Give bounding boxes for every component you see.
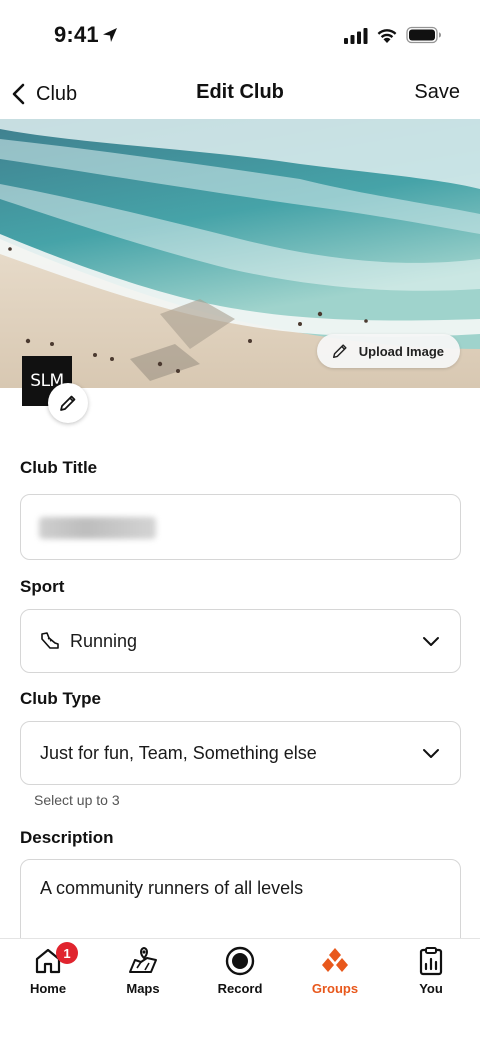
upload-image-label: Upload Image xyxy=(358,343,444,359)
groups-icon xyxy=(322,948,348,972)
cover-image: Upload Image xyxy=(0,119,480,388)
wifi-icon xyxy=(377,29,397,43)
tab-bar: 1 Home Maps Record Groups You xyxy=(0,938,480,1040)
tab-record-label: Record xyxy=(217,981,263,996)
club-title-input[interactable] xyxy=(20,494,461,560)
club-type-helper: Select up to 3 xyxy=(34,792,120,808)
club-type-value: Just for fun, Team, Something else xyxy=(40,743,317,763)
pencil-icon xyxy=(60,395,76,411)
description-label: Description xyxy=(20,828,114,847)
save-button[interactable]: Save xyxy=(414,81,460,104)
tab-maps-label: Maps xyxy=(126,981,160,996)
tab-record[interactable]: Record xyxy=(192,945,288,1005)
record-icon xyxy=(225,946,255,976)
cellular-signal-icon xyxy=(344,28,368,44)
page-title: Edit Club xyxy=(196,81,284,103)
upload-image-button[interactable]: Upload Image xyxy=(316,334,460,368)
status-bar: 9:41 xyxy=(0,0,480,70)
you-icon xyxy=(419,947,443,976)
running-shoe-icon xyxy=(41,632,59,649)
notification-badge: 1 xyxy=(56,942,78,964)
tab-groups-label: Groups xyxy=(311,981,359,996)
sport-value: Running xyxy=(70,631,138,651)
club-title-label: Club Title xyxy=(20,458,98,477)
status-time: 9:41 xyxy=(54,22,99,47)
description-value: A community runners of all levels xyxy=(40,878,304,898)
tab-you[interactable]: You xyxy=(383,945,479,1005)
tab-home-label: Home xyxy=(29,981,67,996)
maps-icon xyxy=(129,946,157,973)
club-type-label: Club Type xyxy=(20,689,101,708)
battery-icon xyxy=(406,26,441,44)
nav-bar: Club Edit Club Save xyxy=(0,70,480,118)
chevron-down-icon xyxy=(423,749,439,758)
club-title-value-redacted xyxy=(39,517,156,539)
tab-groups[interactable]: Groups xyxy=(287,945,383,1005)
edit-logo-button[interactable] xyxy=(48,383,88,423)
sport-select[interactable]: Running xyxy=(20,609,461,673)
tab-home[interactable]: 1 Home xyxy=(0,942,96,1005)
tab-maps[interactable]: Maps xyxy=(95,945,191,1005)
tab-you-label: You xyxy=(419,981,443,996)
chevron-down-icon xyxy=(423,637,439,646)
location-arrow-icon xyxy=(103,28,117,42)
sport-label: Sport xyxy=(20,577,65,596)
club-type-select[interactable]: Just for fun, Team, Something else xyxy=(20,721,461,785)
pencil-icon xyxy=(332,344,347,359)
